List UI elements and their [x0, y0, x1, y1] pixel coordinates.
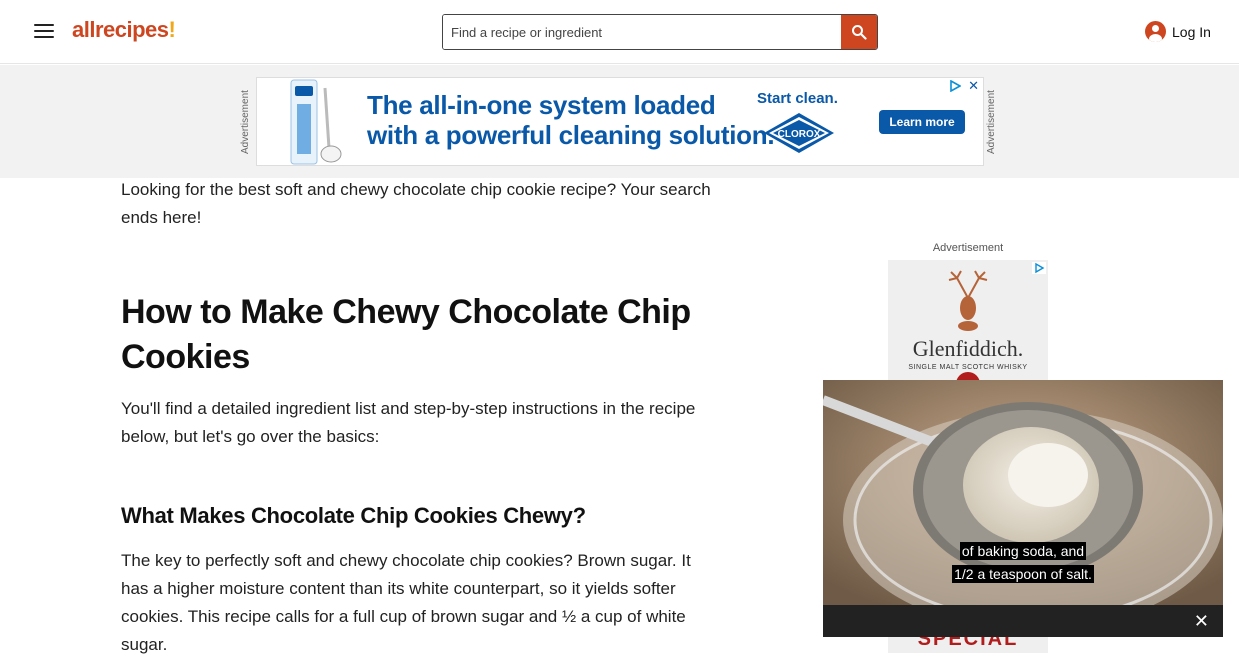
ad-headline-line1: The all-in-one system loaded [367, 90, 716, 120]
login-label: Log In [1172, 23, 1211, 40]
video-player[interactable]: of baking soda, and 1/2 a teaspoon of sa… [823, 380, 1223, 637]
video-caption-line1: of baking soda, and [959, 542, 1087, 560]
adchoices-icon[interactable] [949, 80, 961, 92]
adchoices-icon[interactable] [1032, 262, 1046, 274]
top-banner-ad[interactable]: The all-in-one system loaded with a powe… [256, 77, 984, 166]
menu-icon[interactable] [32, 20, 56, 44]
clorox-brand: CLOROX [778, 129, 821, 140]
video-caption-line2: 1/2 a teaspoon of salt. [952, 565, 1094, 583]
video-control-bar: ✕ [823, 605, 1223, 637]
search-bar [442, 14, 878, 50]
stag-logo [948, 270, 988, 331]
login-button[interactable]: Log In [1145, 21, 1211, 42]
video-frame: of baking soda, and 1/2 a teaspoon of sa… [823, 380, 1223, 605]
logo-text: allrecipes [72, 17, 169, 42]
ad-tagline: Start clean. [757, 90, 838, 107]
ad-brand: Glenfiddich. [912, 336, 1024, 361]
site-header: allrecipes! Log In [0, 0, 1239, 64]
logo-mark: ! [168, 17, 176, 42]
subsection-heading: What Makes Chocolate Chip Cookies Chewy? [121, 503, 586, 528]
right-ad-label: Advertisement [932, 242, 1004, 254]
chewy-paragraph: The key to perfectly soft and chewy choc… [121, 551, 691, 654]
clorox-logo: CLOROX [764, 113, 834, 153]
search-input[interactable] [443, 15, 841, 49]
search-button[interactable] [841, 15, 877, 49]
section-heading: How to Make Chewy Chocolate Chip Cookies [121, 293, 691, 376]
learn-more-button[interactable]: Learn more [879, 110, 965, 134]
site-logo[interactable]: allrecipes! [72, 17, 176, 43]
video-close-icon[interactable]: ✕ [1194, 609, 1209, 633]
ad-headline: The all-in-one system loaded with a powe… [367, 90, 775, 150]
search-icon [852, 25, 867, 40]
ad-headline-line2: with a powerful cleaning solution. [367, 120, 775, 150]
ad-close-icon[interactable]: ✕ [968, 78, 979, 94]
ad-label-left: Advertisement [240, 90, 251, 155]
product-image [290, 79, 342, 165]
article-body: Looking for the best soft and chewy choc… [121, 178, 721, 659]
intro-paragraph: Looking for the best soft and chewy choc… [121, 180, 711, 227]
ad-brand-tagline: SINGLE MALT SCOTCH WHISKY [908, 364, 1028, 371]
ad-label-right: Advertisement [986, 90, 997, 155]
user-icon [1145, 21, 1166, 42]
basics-paragraph: You'll find a detailed ingredient list a… [121, 399, 696, 446]
